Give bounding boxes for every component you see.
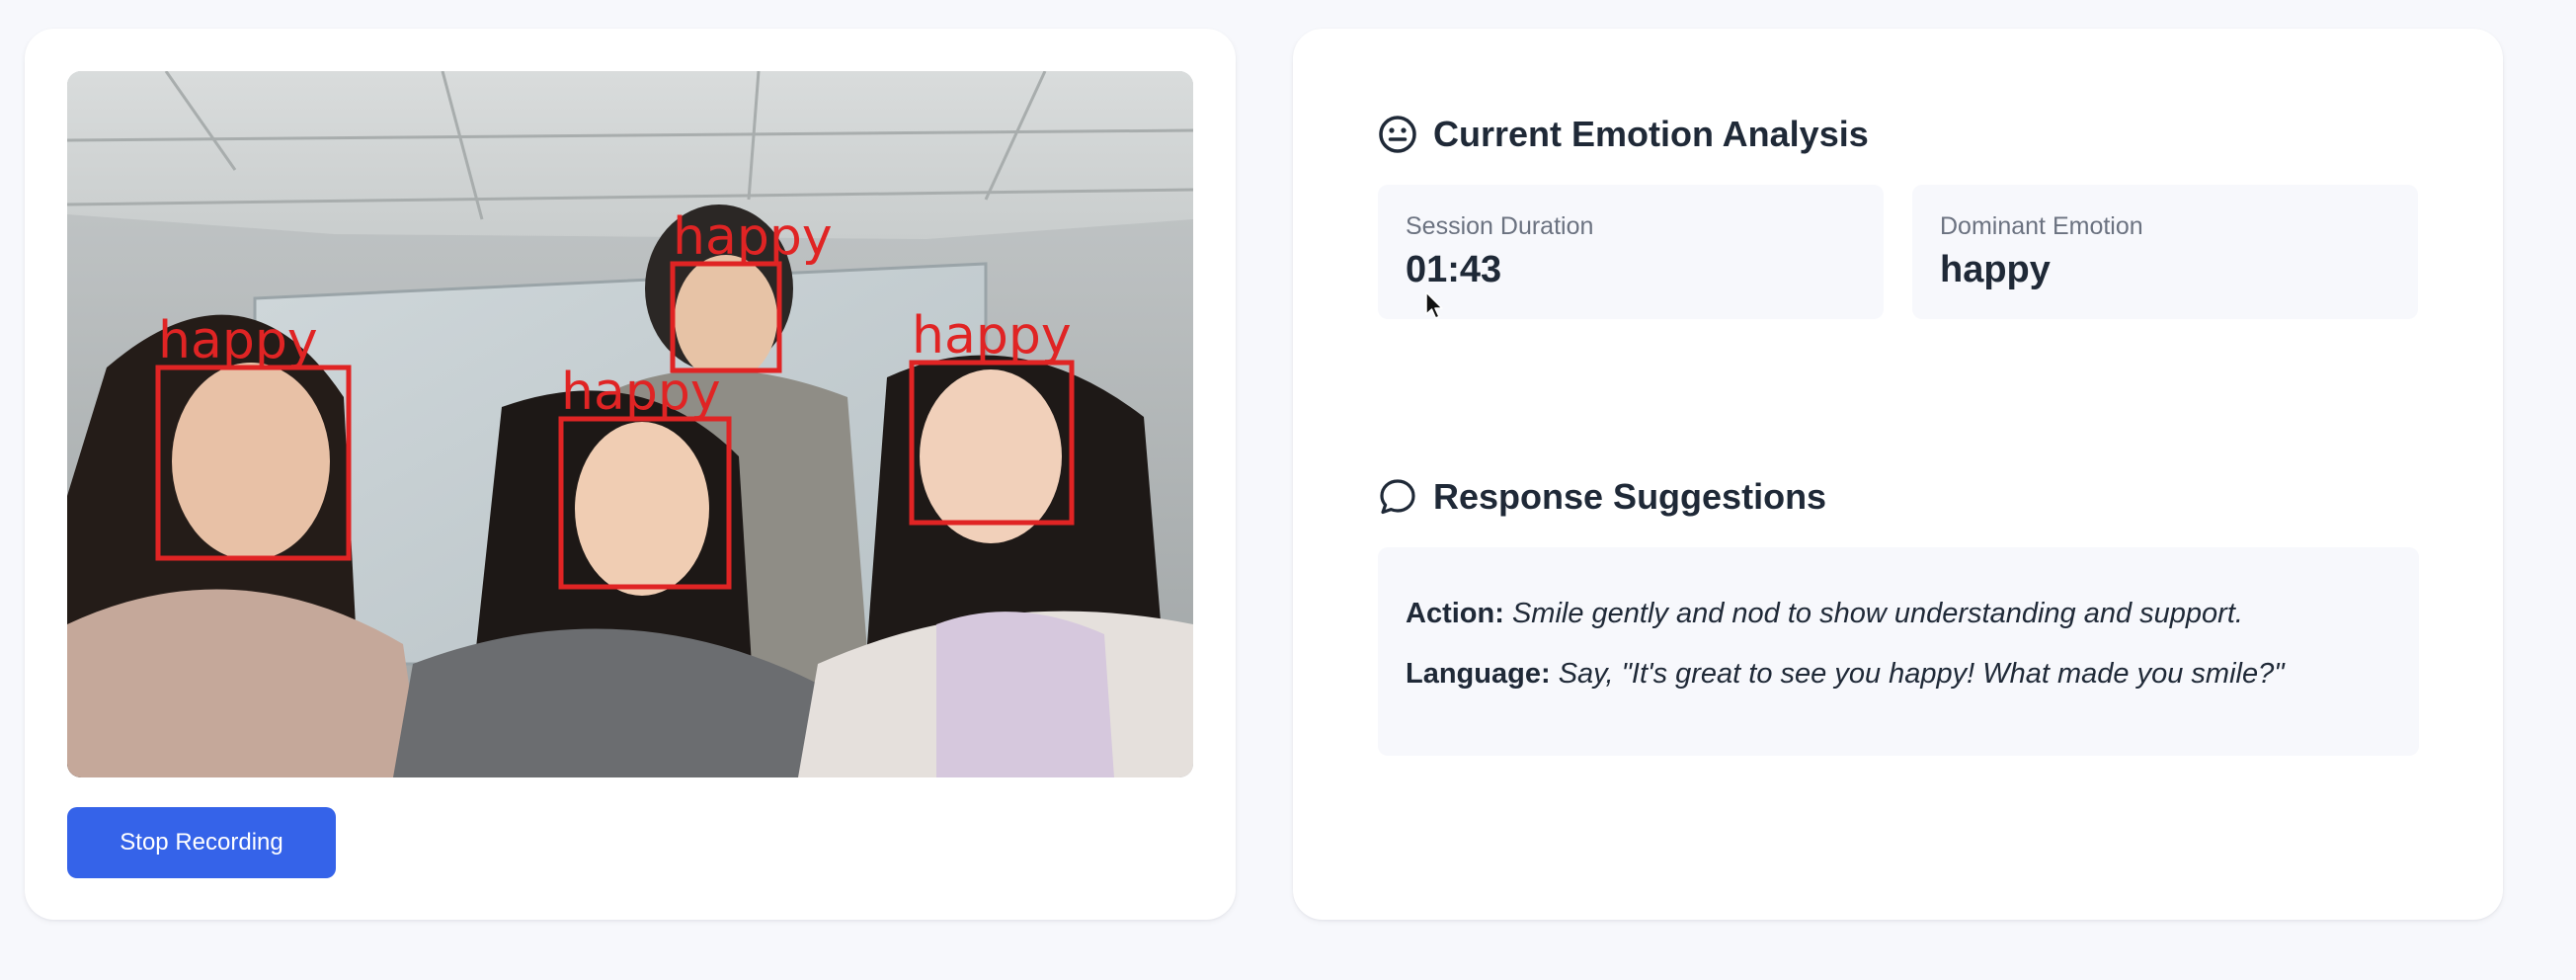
- session-duration-value: 01:43: [1406, 249, 1502, 290]
- suggestions-box: Action: Smile gently and nod to show und…: [1378, 547, 2419, 756]
- face-label: happy: [912, 306, 1072, 366]
- analysis-panel: Current Emotion Analysis Session Duratio…: [1293, 29, 2503, 920]
- dominant-emotion-card: Dominant Emotion happy: [1912, 185, 2418, 319]
- response-suggestions-title: Response Suggestions: [1433, 476, 1827, 517]
- face-neutral-icon: [1379, 116, 1416, 153]
- response-suggestions-header: Response Suggestions: [1378, 476, 1826, 518]
- dominant-emotion-label: Dominant Emotion: [1940, 212, 2143, 240]
- action-text: Smile gently and nod to show understandi…: [1511, 598, 2243, 629]
- webcam-feed: happy happy happy happy: [67, 71, 1193, 777]
- stop-recording-button[interactable]: Stop Recording: [67, 807, 336, 878]
- action-suggestion: Action: Smile gently and nod to show und…: [1406, 597, 2391, 631]
- session-duration-label: Session Duration: [1406, 212, 1594, 240]
- video-panel: happy happy happy happy Stop Recording: [25, 29, 1236, 920]
- webcam-frame: happy happy happy happy: [67, 71, 1193, 777]
- chat-bubble-icon: [1380, 479, 1415, 515]
- language-key: Language:: [1406, 657, 1551, 690]
- face-label: happy: [673, 207, 833, 267]
- emotion-analysis-title: Current Emotion Analysis: [1433, 114, 1869, 154]
- language-suggestion: Language: Say, "It's great to see you ha…: [1406, 657, 2391, 692]
- emotion-analysis-header: Current Emotion Analysis: [1378, 114, 1869, 155]
- language-text: Say, "It's great to see you happy! What …: [1558, 657, 2285, 690]
- mouse-pointer-icon: [1425, 291, 1443, 319]
- session-duration-card: Session Duration 01:43: [1378, 185, 1884, 319]
- dominant-emotion-value: happy: [1940, 249, 2051, 290]
- action-key: Action:: [1406, 598, 1504, 629]
- face-label: happy: [158, 311, 318, 370]
